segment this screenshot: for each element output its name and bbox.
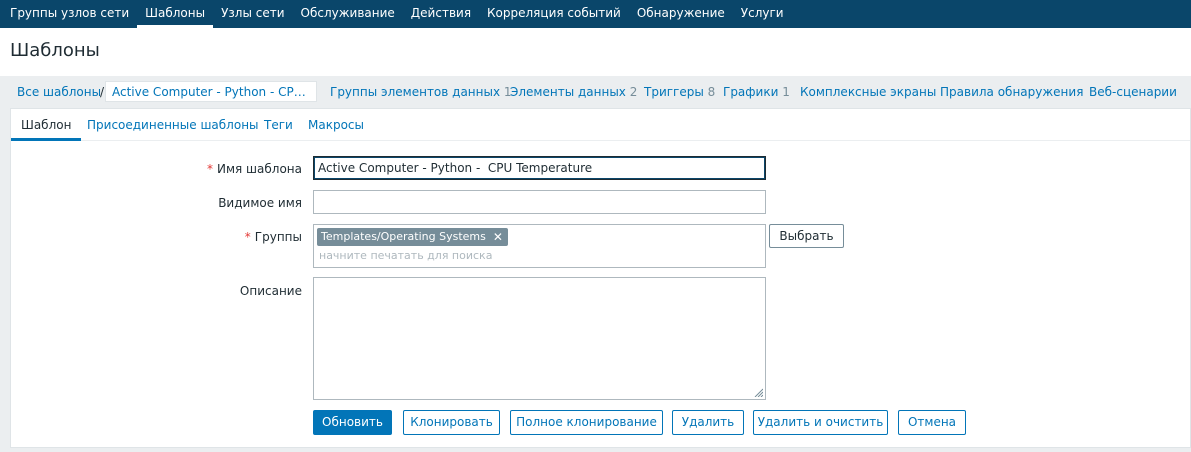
template-name-input[interactable] <box>313 156 766 180</box>
groups-search-placeholder[interactable]: начните печатать для поиска <box>319 249 492 262</box>
template-name-label-text: Имя шаблона <box>216 162 302 176</box>
groups-label: * Группы <box>245 230 302 244</box>
full-clone-button[interactable]: Полное клонирование <box>510 410 663 435</box>
required-mark: * <box>206 162 213 176</box>
template-form-panel: Шаблон Присоединенные шаблоны Теги Макро… <box>10 108 1191 448</box>
link-graphs-label: Графики <box>723 85 779 99</box>
form-tabs: Шаблон Присоединенные шаблоны Теги Макро… <box>11 109 1190 141</box>
description-label: Описание <box>239 284 302 298</box>
nav-services[interactable]: Услуги <box>733 0 792 28</box>
tab-tags[interactable]: Теги <box>254 109 303 141</box>
update-button[interactable]: Обновить <box>313 410 392 435</box>
page-title: Шаблоны <box>10 40 100 61</box>
breadcrumb-current-template[interactable]: Active Computer - Python - CPU Temperatu… <box>105 81 317 102</box>
link-discovery-rules-label: Правила обнаружения <box>940 85 1084 99</box>
nav-templates[interactable]: Шаблоны <box>137 0 214 28</box>
nav-discovery[interactable]: Обнаружение <box>629 0 733 28</box>
groups-multiselect[interactable]: Templates/Operating Systems ✕ начните печ… <box>313 224 766 268</box>
nav-hosts[interactable]: Узлы сети <box>213 0 292 28</box>
page-header: Шаблоны <box>0 28 1191 76</box>
link-graphs[interactable]: Графики 1 <box>723 85 790 99</box>
cancel-button[interactable]: Отмена <box>898 410 966 435</box>
link-triggers[interactable]: Триггеры 8 <box>644 85 715 99</box>
link-items[interactable]: Элементы данных 2 <box>510 85 637 99</box>
visible-name-input[interactable] <box>313 190 766 214</box>
link-screens-label: Комплексные экраны <box>800 85 937 99</box>
template-name-label: * Имя шаблона <box>207 162 302 176</box>
tab-linked-templates[interactable]: Присоединенные шаблоны <box>77 109 269 141</box>
link-item-groups-label: Группы элементов данных <box>330 85 501 99</box>
description-textarea[interactable] <box>313 277 766 400</box>
nav-host-groups[interactable]: Группы узлов сети <box>2 0 137 28</box>
link-items-label: Элементы данных <box>510 85 626 99</box>
link-items-count: 2 <box>629 85 638 99</box>
nav-event-correlation[interactable]: Корреляция событий <box>479 0 629 28</box>
link-screens[interactable]: Комплексные экраны <box>800 85 936 99</box>
link-discovery-rules[interactable]: Правила обнаружения <box>940 85 1083 99</box>
tab-template[interactable]: Шаблон <box>11 109 82 141</box>
link-triggers-count: 8 <box>707 85 716 99</box>
close-icon[interactable]: ✕ <box>493 228 503 246</box>
select-groups-button[interactable]: Выбрать <box>769 224 844 248</box>
link-graphs-count: 1 <box>782 85 790 99</box>
group-chip: Templates/Operating Systems ✕ <box>317 228 508 246</box>
resize-grip-icon[interactable] <box>754 388 763 397</box>
groups-label-text: Группы <box>254 230 302 244</box>
link-web-scenarios[interactable]: Веб-сценарии <box>1089 85 1177 99</box>
link-item-groups[interactable]: Группы элементов данных 1 <box>330 85 512 99</box>
link-triggers-label: Триггеры <box>644 85 704 99</box>
top-navigation: Группы узлов сети Шаблоны Узлы сети Обсл… <box>0 0 1191 28</box>
delete-button[interactable]: Удалить <box>672 410 744 435</box>
breadcrumb-separator: / <box>100 85 105 99</box>
breadcrumb-all-templates[interactable]: Все шаблоны <box>17 85 101 99</box>
required-mark: * <box>244 230 251 244</box>
nav-maintenance[interactable]: Обслуживание <box>293 0 403 28</box>
group-chip-label: Templates/Operating Systems <box>321 230 486 243</box>
visible-name-label: Видимое имя <box>218 196 302 210</box>
link-web-scenarios-label: Веб-сценарии <box>1089 85 1177 99</box>
nav-actions[interactable]: Действия <box>403 0 479 28</box>
clone-button[interactable]: Клонировать <box>403 410 500 435</box>
delete-and-clear-button[interactable]: Удалить и очистить <box>753 410 888 435</box>
template-subnav: Все шаблоны / Active Computer - Python -… <box>0 76 1191 108</box>
tab-macros[interactable]: Макросы <box>298 109 374 141</box>
